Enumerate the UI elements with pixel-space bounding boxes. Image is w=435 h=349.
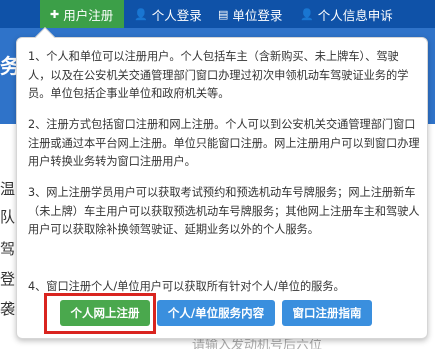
tab-personal-login[interactable]: 👤 个人登录: [130, 0, 220, 28]
document-icon: ▤: [218, 7, 229, 21]
tab-personal-appeal[interactable]: 👤 个人信息申诉: [298, 0, 435, 28]
side-text-fragment: 驾: [0, 240, 16, 258]
user-icon: 👤: [134, 7, 148, 21]
tab-label: 单位登录: [232, 7, 283, 23]
side-text-fragment: 袭: [0, 300, 16, 318]
service-content-button[interactable]: 个人/单位服务内容: [157, 300, 275, 326]
tab-unit-login[interactable]: ▤ 单位登录: [216, 0, 310, 28]
user-icon: 👤: [300, 7, 314, 21]
tab-label: 个人登录: [151, 7, 202, 23]
info-paragraph-2: 2、注册方式包括窗口注册和网上注册。个人可以到公安机关交通管理部门窗口注册或通过…: [28, 118, 420, 168]
plus-icon: ✚: [50, 7, 60, 21]
highlight-box: [44, 293, 156, 334]
side-text-fragment: 温: [0, 180, 16, 198]
tab-user-register[interactable]: ✚ 用户注册: [40, 0, 124, 28]
info-paragraph-1: 1、个人和单位可以注册用户。个人包括车主（含新购买、未上牌车）、驾驶人，以及在公…: [28, 50, 409, 100]
top-nav: ✚ 用户注册 👤 个人登录 ▤ 单位登录 👤 个人信息申诉: [0, 0, 435, 28]
side-text-fragment: 登: [0, 270, 16, 288]
tab-label: 个人信息申诉: [317, 7, 393, 23]
tab-label: 用户注册: [63, 7, 114, 23]
window-register-guide-button[interactable]: 窗口注册指南: [282, 300, 372, 326]
info-paragraph-3: 3、网上注册学员用户可以获取考试预约和预选机动车号牌服务；网上注册新车（未上牌）…: [28, 186, 420, 236]
side-text-fragment: 队: [0, 208, 16, 226]
